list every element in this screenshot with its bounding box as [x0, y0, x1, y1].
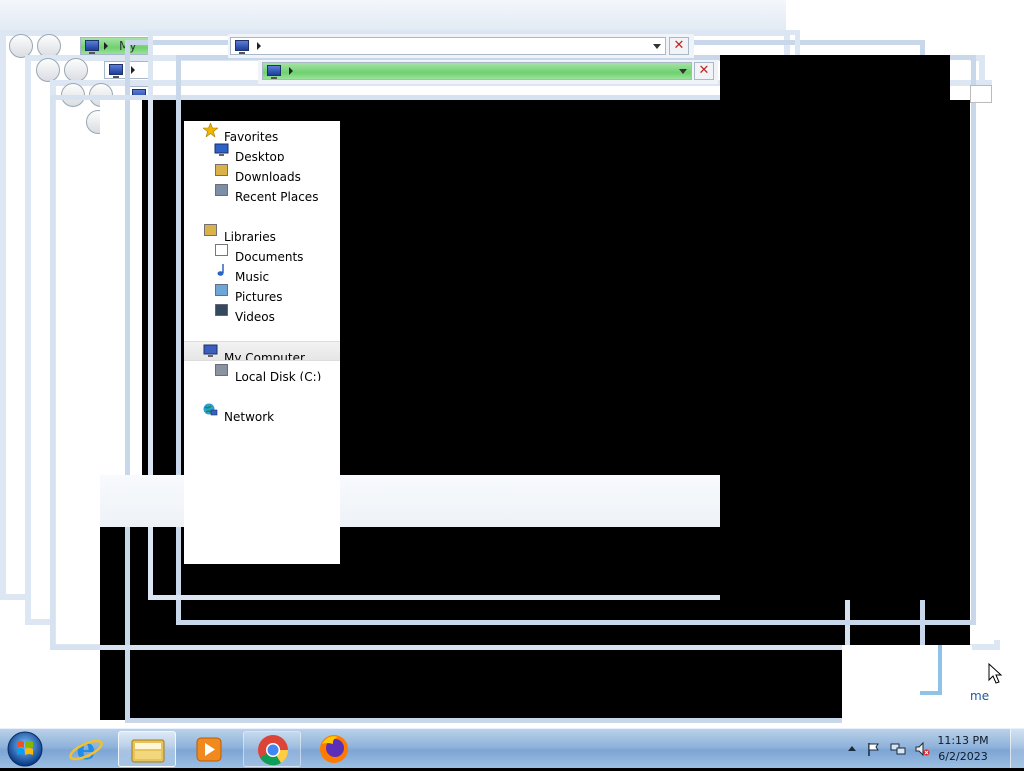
- media-player-icon: [196, 737, 222, 762]
- taskbar-windows-explorer[interactable]: [118, 731, 176, 767]
- nav-item-label: Music: [235, 270, 270, 281]
- close-icon[interactable]: ✕: [694, 62, 714, 80]
- nav-item-my-computer[interactable]: My Computer: [184, 341, 340, 361]
- nav-item-network[interactable]: Network: [184, 401, 340, 421]
- documents-icon: [214, 243, 229, 257]
- videos-icon: [214, 303, 229, 317]
- nav-item-desktop[interactable]: Desktop: [184, 141, 340, 161]
- network-icon: [203, 403, 218, 417]
- desktop: My Co me ✕ ✕: [0, 0, 1024, 728]
- nav-item-label: Libraries: [224, 230, 276, 241]
- internet-explorer-icon: e: [69, 732, 103, 767]
- recent-places-icon: [214, 183, 229, 197]
- ghost-fragment: [842, 645, 972, 725]
- nav-item-local-disk-c[interactable]: Local Disk (C:): [184, 361, 340, 381]
- nav-item-label: Local Disk (C:): [235, 370, 322, 381]
- nav-item-label: Documents: [235, 250, 304, 261]
- breadcrumb-arrow-icon: [104, 42, 108, 50]
- network-icon[interactable]: [890, 741, 906, 757]
- local-disk-icon: [214, 363, 229, 377]
- breadcrumb-arrow-icon: [257, 42, 261, 50]
- nav-item-pictures[interactable]: Pictures: [184, 281, 340, 301]
- system-clock[interactable]: 11:13 PM 6/2/2023: [928, 733, 998, 765]
- nav-item-downloads[interactable]: Downloads: [184, 161, 340, 181]
- navigation-pane: Favorites Desktop Downloads Recent Places Li…: [184, 121, 340, 564]
- taskbar-firefox[interactable]: [305, 731, 363, 767]
- ghost-fragment-border: [920, 645, 942, 695]
- nav-item-favorites[interactable]: Favorites: [184, 121, 340, 141]
- ghost-edge: [992, 0, 1024, 640]
- computer-icon: [85, 40, 99, 54]
- search-box-ghost[interactable]: [970, 85, 992, 103]
- downloads-icon: [214, 163, 229, 177]
- firefox-icon: [320, 735, 348, 763]
- breadcrumb-arrow-icon: [289, 67, 293, 75]
- taskbar: e 11:13 PM 6/2/2023: [0, 728, 1024, 768]
- address-bar-highlighted[interactable]: [262, 62, 692, 80]
- ghost-window-body-right: [720, 55, 950, 600]
- nav-item-label: Favorites: [224, 130, 279, 141]
- link-fragment[interactable]: me: [970, 689, 989, 703]
- nav-item-label: Recent Places: [235, 190, 319, 201]
- taskbar-chrome[interactable]: [243, 731, 301, 767]
- star-icon: [202, 122, 219, 138]
- start-button[interactable]: [5, 730, 45, 768]
- nav-item-label: Videos: [235, 310, 275, 321]
- windows-start-icon: [7, 731, 43, 767]
- computer-icon: [203, 344, 218, 358]
- taskbar-media-player[interactable]: [180, 731, 238, 767]
- desktop-icon: [214, 143, 229, 157]
- nav-item-documents[interactable]: Documents: [184, 241, 340, 261]
- back-button[interactable]: [36, 58, 60, 82]
- nav-item-libraries[interactable]: Libraries: [184, 221, 340, 241]
- computer-icon: [267, 65, 281, 79]
- search-icon[interactable]: [950, 60, 970, 80]
- forward-button[interactable]: [64, 58, 88, 82]
- chrome-icon: [258, 735, 289, 766]
- folder-icon: [131, 739, 165, 763]
- svg-text:e: e: [76, 732, 95, 767]
- nav-item-label: My Computer: [224, 351, 305, 361]
- nav-item-label: Downloads: [235, 170, 301, 181]
- show-desktop-button[interactable]: [1010, 729, 1024, 768]
- taskbar-internet-explorer[interactable]: e: [57, 731, 115, 767]
- computer-icon: [109, 64, 123, 78]
- libraries-icon: [203, 223, 218, 237]
- nav-item-label: Network: [224, 410, 275, 421]
- nav-item-videos[interactable]: Videos: [184, 301, 340, 321]
- nav-item-label: Pictures: [235, 290, 283, 301]
- computer-icon: [235, 40, 249, 54]
- nav-item-music[interactable]: Music: [184, 261, 340, 281]
- show-hidden-icons-icon[interactable]: [844, 741, 860, 757]
- address-dropdown-icon[interactable]: [653, 44, 661, 49]
- nav-item-label: Desktop: [235, 150, 285, 161]
- address-bar[interactable]: [230, 37, 666, 55]
- address-dropdown-icon[interactable]: [679, 69, 687, 74]
- action-center-flag-icon[interactable]: [866, 741, 882, 757]
- pictures-icon: [214, 283, 229, 297]
- clock-date: 6/2/2023: [938, 750, 988, 763]
- close-icon[interactable]: ✕: [669, 37, 689, 55]
- music-icon: [214, 263, 229, 277]
- clock-time: 11:13 PM: [937, 734, 989, 747]
- nav-item-recent-places[interactable]: Recent Places: [184, 181, 340, 201]
- mouse-cursor-icon: [988, 663, 1003, 684]
